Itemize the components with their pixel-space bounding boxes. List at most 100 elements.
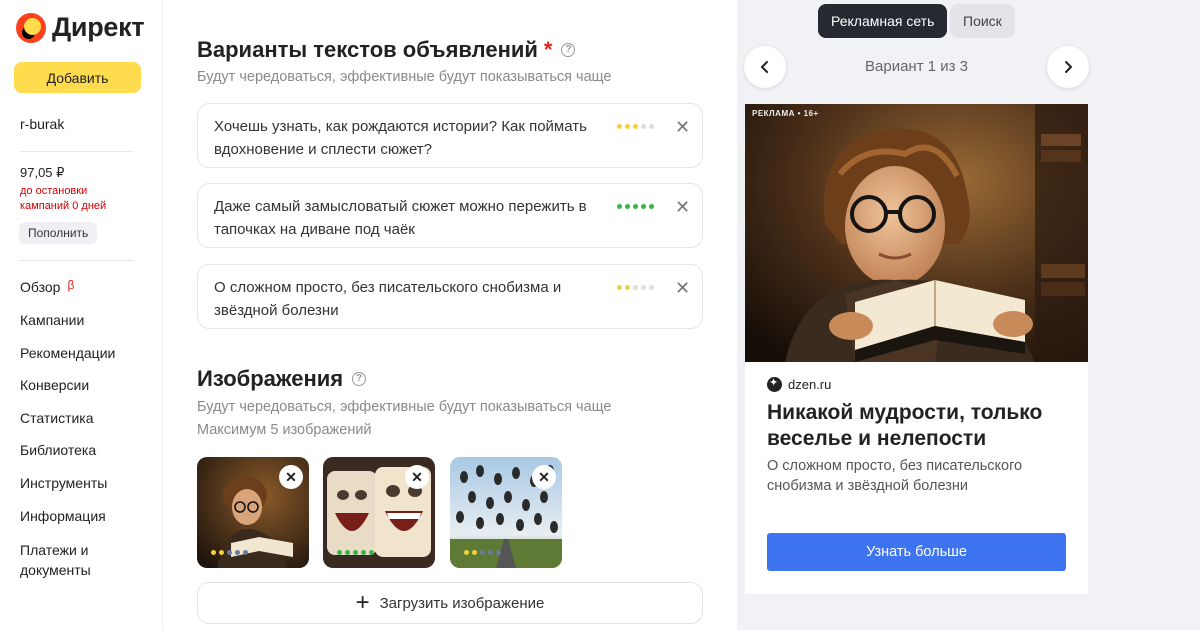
account-username[interactable]: r-burak bbox=[20, 116, 64, 132]
sidebar-item-library[interactable]: Библиотека bbox=[20, 442, 96, 458]
rating-dot bbox=[337, 550, 342, 555]
ad-text-value: Хочешь узнать, как рождаются истории? Ка… bbox=[214, 118, 587, 158]
sidebar-item-payments[interactable]: Платежи и документы bbox=[20, 540, 120, 580]
ad-domain[interactable]: dzen.ru bbox=[767, 376, 832, 392]
ad-text-card[interactable]: Даже самый замысловатый сюжет можно пере… bbox=[197, 183, 703, 248]
sidebar-item-label: Статистика bbox=[20, 410, 94, 426]
sidebar: Директ Добавить r-burak 97,05 ₽ до остан… bbox=[0, 0, 162, 630]
sidebar-item-label: Информация bbox=[20, 508, 106, 524]
sidebar-item-label: Кампании bbox=[20, 312, 85, 328]
beta-badge: β bbox=[67, 278, 75, 292]
sidebar-item-information[interactable]: Информация bbox=[20, 508, 106, 524]
rating-dot bbox=[496, 550, 501, 555]
sidebar-item-label: Платежи и документы bbox=[20, 542, 91, 578]
rating-dot bbox=[369, 550, 374, 555]
help-icon[interactable]: ? bbox=[561, 43, 576, 57]
texts-title-text: Варианты текстов объявлений bbox=[197, 37, 538, 62]
tab-ad-network[interactable]: Рекламная сеть bbox=[818, 4, 948, 38]
images-limit: Максимум 5 изображений bbox=[197, 422, 372, 438]
balance-warning-line2: кампаний 0 дней bbox=[20, 200, 107, 212]
plus-icon: + bbox=[355, 589, 370, 616]
upload-image-label: Загрузить изображение bbox=[379, 594, 545, 612]
rating-dots bbox=[337, 550, 374, 555]
sidebar-item-tools[interactable]: Инструменты bbox=[20, 475, 107, 491]
rating-dot bbox=[353, 550, 358, 555]
account-balance: 97,05 ₽ bbox=[20, 165, 65, 180]
ad-preview-panel: Рекламная сеть Поиск Вариант 1 из 3 РЕКЛ… bbox=[737, 0, 1200, 630]
sidebar-item-statistics[interactable]: Статистика bbox=[20, 410, 94, 426]
sidebar-item-conversions[interactable]: Конверсии bbox=[20, 377, 89, 393]
help-icon[interactable]: ? bbox=[352, 372, 367, 386]
rating-dots bbox=[211, 550, 248, 555]
rating-dot bbox=[641, 124, 646, 129]
next-variant-button[interactable] bbox=[1047, 46, 1089, 88]
rating-dots bbox=[617, 204, 654, 209]
ad-text-value: Даже самый замысловатый сюжет можно пере… bbox=[214, 198, 587, 238]
rating-dot bbox=[617, 204, 622, 209]
image-thumbnail[interactable]: ✕ bbox=[197, 457, 309, 568]
rating-dot bbox=[243, 550, 248, 555]
prev-variant-button[interactable] bbox=[744, 46, 786, 88]
rating-dot bbox=[625, 204, 630, 209]
rating-dots bbox=[464, 550, 501, 555]
texts-hint: Будут чередоваться, эффективные будут по… bbox=[197, 69, 612, 85]
rating-dots bbox=[617, 285, 654, 290]
rating-dot bbox=[345, 550, 350, 555]
sidebar-item-label: Конверсии bbox=[20, 377, 90, 393]
remove-text-close-icon[interactable]: ✕ bbox=[675, 118, 690, 136]
ad-preview-card[interactable]: РЕКЛАМА • 16+ dzen.ru Никакой мудрости, … bbox=[745, 104, 1088, 594]
tab-search[interactable]: Поиск bbox=[950, 4, 1015, 38]
image-thumbnail[interactable]: ✕ bbox=[323, 457, 435, 568]
rating-dot bbox=[641, 285, 646, 290]
rating-dot bbox=[633, 204, 638, 209]
learn-more-button[interactable]: Узнать больше bbox=[767, 533, 1066, 571]
rating-dot bbox=[649, 124, 654, 129]
rating-dot bbox=[227, 550, 232, 555]
ad-title[interactable]: Никакой мудрости, только веселье и нелеп… bbox=[767, 400, 1072, 452]
rating-dot bbox=[625, 124, 630, 129]
rating-dot bbox=[633, 124, 638, 129]
balance-warning-line1: до остановки bbox=[20, 185, 88, 197]
remove-image-close-icon[interactable]: ✕ bbox=[279, 465, 303, 489]
image-thumbnail[interactable]: ✕ bbox=[450, 457, 562, 568]
rating-dot bbox=[472, 550, 477, 555]
sidebar-item-campaigns[interactable]: Кампании bbox=[20, 312, 84, 328]
remove-text-close-icon[interactable]: ✕ bbox=[675, 198, 690, 216]
sidebar-item-label: Инструменты bbox=[20, 475, 108, 491]
sidebar-item-recommendations[interactable]: Рекомендации bbox=[20, 345, 115, 361]
upload-image-button[interactable]: + Загрузить изображение bbox=[197, 582, 703, 624]
required-mark: * bbox=[543, 37, 553, 62]
rating-dot bbox=[617, 124, 622, 129]
sidebar-divider bbox=[20, 151, 134, 152]
ad-editor: Варианты текстов объявлений * ? Будут че… bbox=[162, 0, 737, 630]
ad-domain-text: dzen.ru bbox=[788, 377, 832, 392]
remove-image-close-icon[interactable]: ✕ bbox=[532, 465, 556, 489]
sidebar-item-label: Обзор bbox=[20, 279, 61, 295]
rating-dot bbox=[235, 550, 240, 555]
chevron-left-icon bbox=[761, 61, 768, 73]
remove-text-close-icon[interactable]: ✕ bbox=[675, 279, 690, 297]
direct-logo[interactable]: Директ bbox=[16, 12, 145, 43]
remove-image-close-icon[interactable]: ✕ bbox=[405, 465, 429, 489]
rating-dot bbox=[464, 550, 469, 555]
rating-dot bbox=[649, 204, 654, 209]
rating-dot bbox=[219, 550, 224, 555]
rating-dot bbox=[625, 285, 630, 290]
rating-dot bbox=[649, 285, 654, 290]
add-button[interactable]: Добавить bbox=[14, 62, 141, 93]
rating-dots bbox=[617, 124, 654, 129]
reading-man-image-icon bbox=[745, 104, 1088, 362]
sidebar-item-overview[interactable]: Обзор β bbox=[20, 278, 74, 295]
topup-button[interactable]: Пополнить bbox=[19, 222, 98, 244]
rating-dot bbox=[361, 550, 366, 555]
images-title-text: Изображения bbox=[197, 366, 344, 391]
ad-text-card[interactable]: О сложном просто, без писательского сноб… bbox=[197, 264, 703, 329]
yandex-direct-logo-icon bbox=[16, 12, 46, 43]
sidebar-item-label: Библиотека bbox=[20, 442, 97, 458]
ad-age-label: РЕКЛАМА • 16+ bbox=[752, 109, 819, 118]
rating-dot bbox=[641, 204, 646, 209]
images-hint: Будут чередоваться, эффективные будут по… bbox=[197, 399, 612, 415]
rating-dot bbox=[480, 550, 485, 555]
ad-text-card[interactable]: Хочешь узнать, как рождаются истории? Ка… bbox=[197, 103, 703, 168]
rating-dot bbox=[633, 285, 638, 290]
